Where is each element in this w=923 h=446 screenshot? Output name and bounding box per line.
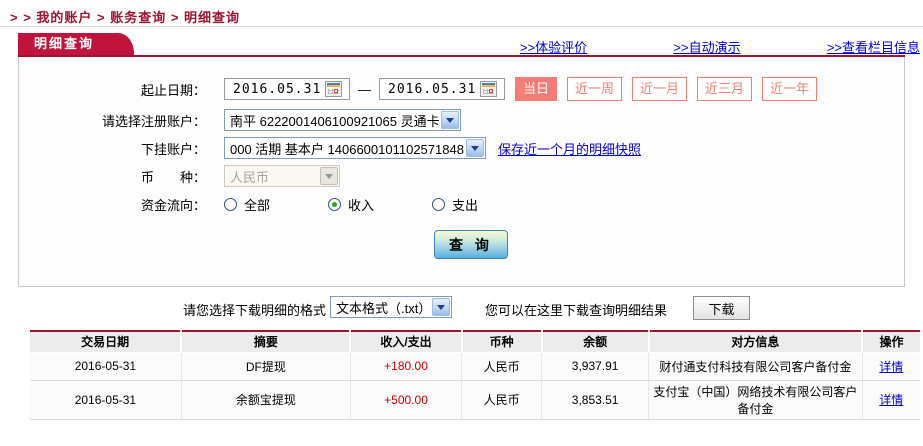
currency-select: 人民币 [224,165,340,187]
registered-account-label: 请选择注册账户： [101,113,206,129]
flow-radio-income[interactable]: 收入 [328,195,374,214]
cell-balance: 3,937.91 [541,352,650,381]
breadcrumb[interactable]: > > 我的账户 > 账务查询 > 明细查询 [10,7,240,26]
cell-date: 2016-05-31 [30,352,182,381]
cell-summary: 余额宝提现 [181,380,351,420]
quick-range-year-button[interactable]: 近一年 [762,77,818,101]
registered-account-select[interactable]: 南平 6222001406100921065 灵通卡 [224,109,461,131]
detail-query-page: > > 我的账户 > 账务查询 > 明细查询 明细查询 >>体验评价 >>自动演… [0,0,923,446]
calendar-icon[interactable] [480,81,497,97]
col-header-date: 交易日期 [30,331,183,353]
date-range-label: 起止日期： [140,82,206,98]
cell-amount: +180.00 [350,352,463,381]
cell-counterparty: 支付宝（中国）网络技术有限公司客户备付金 [648,380,863,420]
flow-radio-income-label: 收入 [348,197,375,213]
col-header-currency: 币种 [461,331,543,353]
top-links: >>体验评价 >>自动演示 >>查看栏目信息 [520,37,920,56]
tab-detail-query[interactable]: 明细查询 [18,33,134,55]
detail-link[interactable]: 详情 [879,360,903,374]
query-button[interactable]: 查 询 [434,230,508,259]
column-info-link[interactable]: >>查看栏目信息 [827,37,920,56]
sub-account-select[interactable]: 000 活期 基本户 1406600101102571848 [224,137,486,159]
query-form-panel: 起止日期： — 当日 近一周 近一月 近三月 近一年 请选择注册账户： 南平 6… [18,57,905,287]
cell-currency: 人民币 [461,380,543,420]
quick-range-3months-button[interactable]: 近三月 [697,77,753,101]
download-hint: 您可以在这里下载查询明细结果 [485,303,668,318]
col-header-summary: 摘要 [181,331,352,353]
flow-radio-all[interactable]: 全部 [224,195,270,214]
chevron-down-icon[interactable] [466,139,484,157]
flow-radio-all-label: 全部 [244,197,271,213]
flow-radio-expense[interactable]: 支出 [432,195,478,214]
cell-currency: 人民币 [461,352,543,381]
flow-radio-expense-label: 支出 [452,197,479,213]
cell-balance: 3,853.51 [541,380,650,420]
download-format-label: 请您选择下载明细的格式 [183,303,327,318]
download-format-select[interactable]: 文本格式（.txt） [330,296,452,318]
cell-summary: DF提现 [181,352,351,381]
date-to-input[interactable] [380,80,480,98]
cell-amount: +500.00 [350,380,463,420]
download-button[interactable]: 下载 [693,296,750,320]
detail-link[interactable]: 详情 [879,393,903,407]
calendar-icon[interactable] [325,81,342,97]
experience-review-link[interactable]: >>体验评价 [520,37,587,56]
currency-label: 币 种： [140,169,206,185]
chevron-down-icon[interactable] [432,298,450,316]
flow-radio-group: 全部 收入 支出 [224,195,536,214]
col-header-action: 操作 [862,331,920,353]
radio-icon[interactable] [432,197,446,211]
save-snapshot-link[interactable]: 保存近一个月的明细快照 [498,139,641,158]
date-from-field [224,78,350,100]
registered-account-value: 南平 6222001406100921065 灵通卡 [230,113,440,129]
cell-date: 2016-05-31 [30,380,182,420]
transactions-table: 交易日期 摘要 收入/支出 币种 余额 对方信息 操作 2016-05-31 D… [30,330,920,420]
currency-row: 币 种： 人民币 [19,164,904,188]
date-from-input[interactable] [225,80,325,98]
flow-direction-label: 资金流向： [140,197,206,213]
quick-range-week-button[interactable]: 近一周 [567,77,623,101]
flow-direction-row: 资金流向： 全部 收入 支出 [19,192,904,216]
date-to-field [379,78,505,100]
cell-counterparty: 财付通支付科技有限公司客户备付金 [648,352,863,381]
quick-range-today-button[interactable]: 当日 [515,77,558,101]
chevron-down-icon[interactable] [441,111,459,129]
date-separator: — [358,81,371,97]
col-header-amount: 收入/支出 [350,331,463,353]
breadcrumb-divider [0,26,923,27]
auto-demo-link[interactable]: >>自动演示 [673,37,740,56]
table-row: 2016-05-31 DF提现 +180.00 人民币 3,937.91 财付通… [30,352,920,381]
quick-range-month-button[interactable]: 近一月 [632,77,688,101]
col-header-counterparty: 对方信息 [648,331,864,353]
currency-value: 人民币 [230,169,270,185]
radio-icon[interactable] [224,197,237,211]
date-range-row: 起止日期： — 当日 近一周 近一月 近三月 近一年 [19,77,904,101]
sub-account-row: 下挂账户： 000 活期 基本户 1406600101102571848 保存近… [19,136,904,160]
chevron-down-icon [320,167,338,185]
radio-icon[interactable] [328,197,342,211]
download-format-value: 文本格式（.txt） [336,300,432,316]
table-header-row: 交易日期 摘要 收入/支出 币种 余额 对方信息 操作 [30,331,920,353]
sub-account-value: 000 活期 基本户 1406600101102571848 [230,141,464,157]
sub-account-label: 下挂账户： [140,141,206,157]
registered-account-row: 请选择注册账户： 南平 6222001406100921065 灵通卡 [19,108,904,132]
table-row: 2016-05-31 余额宝提现 +500.00 人民币 3,853.51 支付… [30,380,920,420]
download-row: 请您选择下载明细的格式 文本格式（.txt） 您可以在这里下载查询明细结果 下载 [0,296,923,320]
col-header-balance: 余额 [541,331,650,353]
